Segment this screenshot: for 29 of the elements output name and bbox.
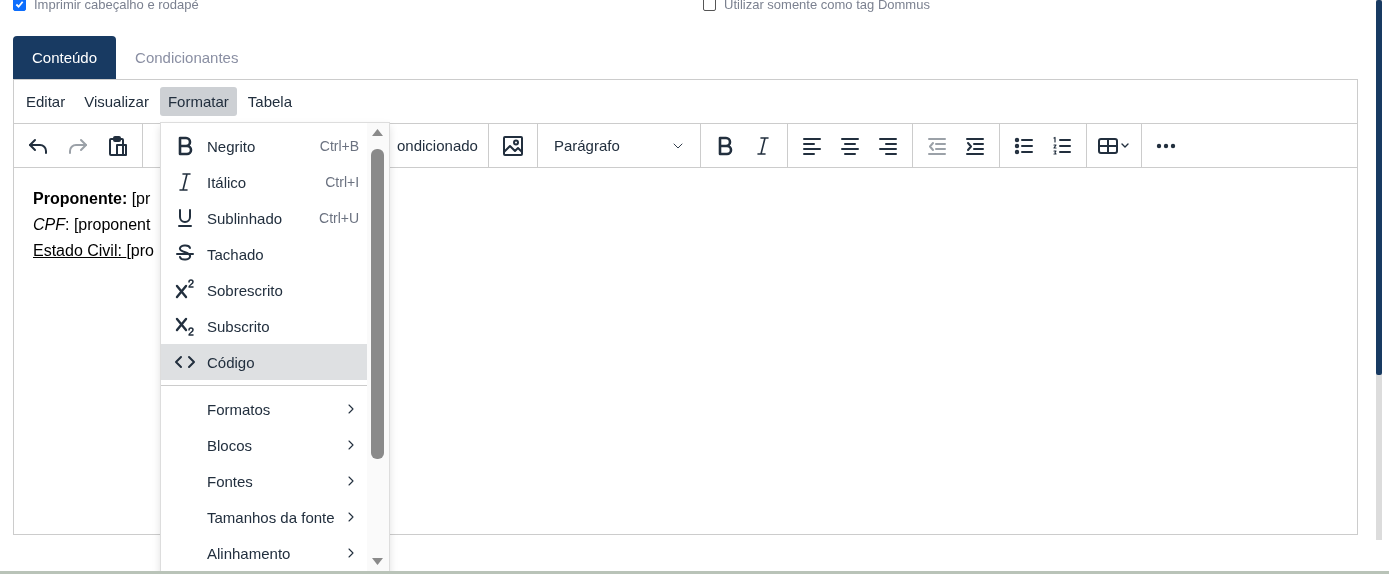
clipboard-icon (106, 133, 130, 158)
submenu-item[interactable]: Blocos (161, 427, 368, 463)
submenu-item[interactable]: Alinhamento (161, 535, 368, 571)
more-icon (1155, 142, 1176, 149)
menu-item[interactable]: Negrito Ctrl+B (161, 128, 368, 164)
menubar-item[interactable]: Editar (18, 87, 74, 116)
checkbox[interactable] (13, 0, 26, 11)
menubar-item[interactable]: Visualizar (76, 87, 157, 116)
menu-item[interactable]: Tachado (161, 236, 368, 272)
checkbox-label: Utilizar somente como tag Dommus (724, 0, 930, 12)
menu-item[interactable]: Sobrescrito (161, 272, 368, 308)
menubar-item[interactable]: Tabela (239, 87, 300, 116)
menu-item[interactable]: Código (161, 344, 368, 380)
image-icon (500, 133, 525, 158)
toolbar-button[interactable]: ondicionado (395, 128, 480, 163)
checkbox[interactable] (703, 0, 716, 11)
paragraph: CPF: [proponent (33, 215, 151, 235)
menu-item[interactable]: Sublinhado Ctrl+U (161, 200, 368, 236)
menu-item[interactable]: Itálico Ctrl+I (161, 164, 368, 200)
paragraph: Estado Civil: [pro (33, 241, 154, 261)
submenu-item[interactable]: Fontes (161, 463, 368, 499)
menubar-item[interactable]: Formatar (159, 87, 237, 116)
paragraph: Proponente: [pr (33, 189, 151, 209)
page-scrollbar-drawing[interactable] (1376, 0, 1383, 542)
tab[interactable]: Conteúdo (13, 36, 117, 79)
menu-item[interactable]: Subscrito (161, 308, 368, 344)
submenu-item[interactable]: Tamanhos da fonte (161, 499, 368, 535)
block-format-select[interactable]: Parágrafo (545, 128, 692, 163)
submenu-item[interactable]: Formatos (161, 391, 368, 427)
